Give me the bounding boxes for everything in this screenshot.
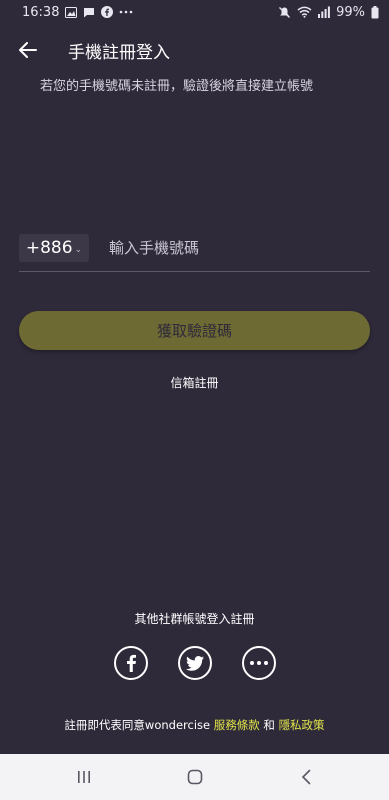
home-button[interactable] [175,757,215,797]
status-time: 16:38 [22,4,60,20]
status-bar: 16:38 99% [0,0,389,24]
recent-apps-button[interactable] [64,757,104,797]
back-button[interactable] [14,36,42,64]
twitter-login-button[interactable] [178,646,212,680]
status-right: 99% [278,5,379,20]
battery-percent: 99% [336,4,365,20]
more-icon [250,661,268,665]
country-code-selector[interactable]: +886 ⌄ [19,234,89,262]
signal-icon [318,6,330,18]
system-back-button[interactable] [286,757,326,797]
recent-apps-icon [77,771,90,783]
more-dots-icon [119,10,133,14]
wifi-icon [297,6,312,18]
twitter-icon [186,655,204,671]
facebook-icon [101,6,114,18]
subtitle: 若您的手機號碼未註冊，驗證後將直接建立帳號 [40,79,314,94]
status-left: 16:38 [22,5,133,20]
page-title: 手機註冊登入 [68,43,170,63]
facebook-icon [127,654,136,672]
home-icon [187,769,202,785]
chevron-down-icon: ⌄ [74,245,83,255]
battery-icon [371,5,379,19]
social-login-heading: 其他社群帳號登入註冊 [134,612,255,626]
chevron-left-icon [301,769,310,785]
country-code-value: +886 [25,238,73,258]
email-register-link[interactable]: 信箱註冊 [0,374,389,391]
phone-number-input[interactable] [109,234,364,262]
terms-text: 註冊即代表同意wondercise 服務條款 和 隱私政策 [0,717,389,733]
privacy-policy-link[interactable]: 隱私政策 [279,718,325,732]
terms-of-service-link[interactable]: 服務條款 [214,718,260,732]
more-login-options-button[interactable] [242,646,276,680]
get-verification-code-button[interactable]: 獲取驗證碼 [19,311,370,350]
arrow-left-icon [19,42,37,58]
gallery-icon [65,6,78,18]
terms-conjunction: 和 [263,718,275,732]
header: 手機註冊登入 [0,32,389,68]
system-navigation-bar [0,754,389,800]
mute-icon [278,6,291,19]
facebook-login-button[interactable] [114,646,148,680]
terms-prefix: 註冊即代表同意wondercise [64,718,211,732]
phone-input-row: +886 ⌄ [19,232,370,272]
message-icon [83,7,95,18]
